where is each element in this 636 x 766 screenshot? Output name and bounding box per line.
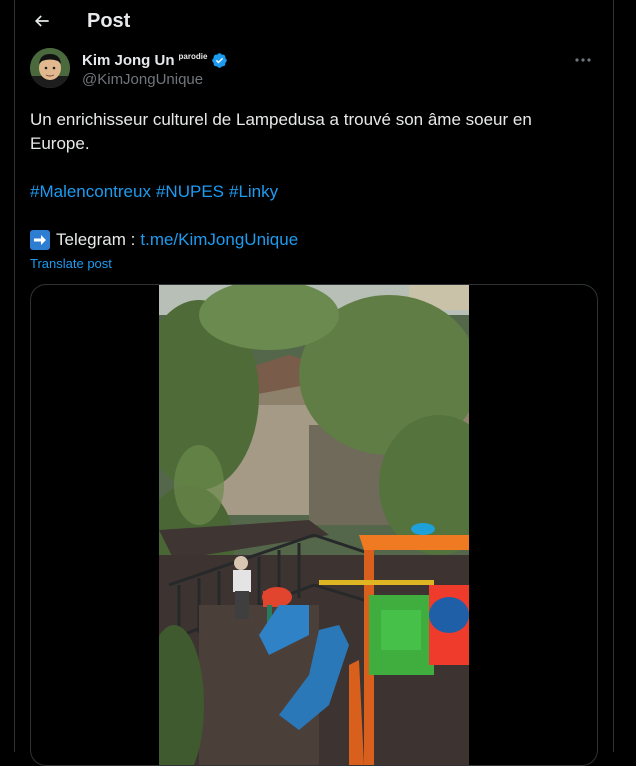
hashtag-row: #Malencontreux #NUPES #Linky: [30, 180, 283, 204]
hashtag-link[interactable]: #Malencontreux: [30, 182, 151, 201]
translate-post-link[interactable]: Translate post: [30, 256, 112, 271]
media-container[interactable]: [30, 284, 598, 766]
telegram-link[interactable]: t.me/KimJongUnique: [140, 228, 298, 252]
author-handle[interactable]: @KimJongUnique: [82, 71, 203, 88]
back-arrow-icon: [34, 15, 49, 27]
post-column: Post Kim Jong Un parodie @KimJongUnique …: [14, 0, 614, 766]
video-frame: [159, 285, 469, 765]
author-name[interactable]: Kim Jong Un: [82, 52, 175, 69]
hashtag-link[interactable]: #NUPES: [156, 182, 224, 201]
name-row: Kim Jong Un parodie: [82, 50, 228, 70]
telegram-line: Telegram : t.me/KimJongUnique: [30, 228, 298, 252]
author-block: Kim Jong Un parodie @KimJongUnique: [30, 48, 598, 92]
tweet-text: Un enrichisseur culturel de Lampedusa a …: [30, 108, 590, 156]
tweet-body: Un enrichisseur culturel de Lampedusa a …: [30, 110, 532, 153]
back-button[interactable]: [27, 6, 57, 36]
page-title: Post: [87, 10, 131, 32]
more-dots-icon: [575, 58, 591, 62]
avatar-image: [30, 48, 70, 88]
telegram-label: Telegram :: [56, 230, 136, 249]
avatar[interactable]: [30, 48, 70, 88]
more-options-button[interactable]: [568, 50, 598, 70]
parody-label: parodie: [178, 51, 208, 61]
video-player[interactable]: [159, 285, 469, 765]
right-arrow-emoji-icon: [30, 230, 50, 250]
post-header: Post: [15, 0, 613, 44]
hashtag-link[interactable]: #Linky: [229, 182, 278, 201]
verified-badge-icon: [211, 52, 228, 69]
